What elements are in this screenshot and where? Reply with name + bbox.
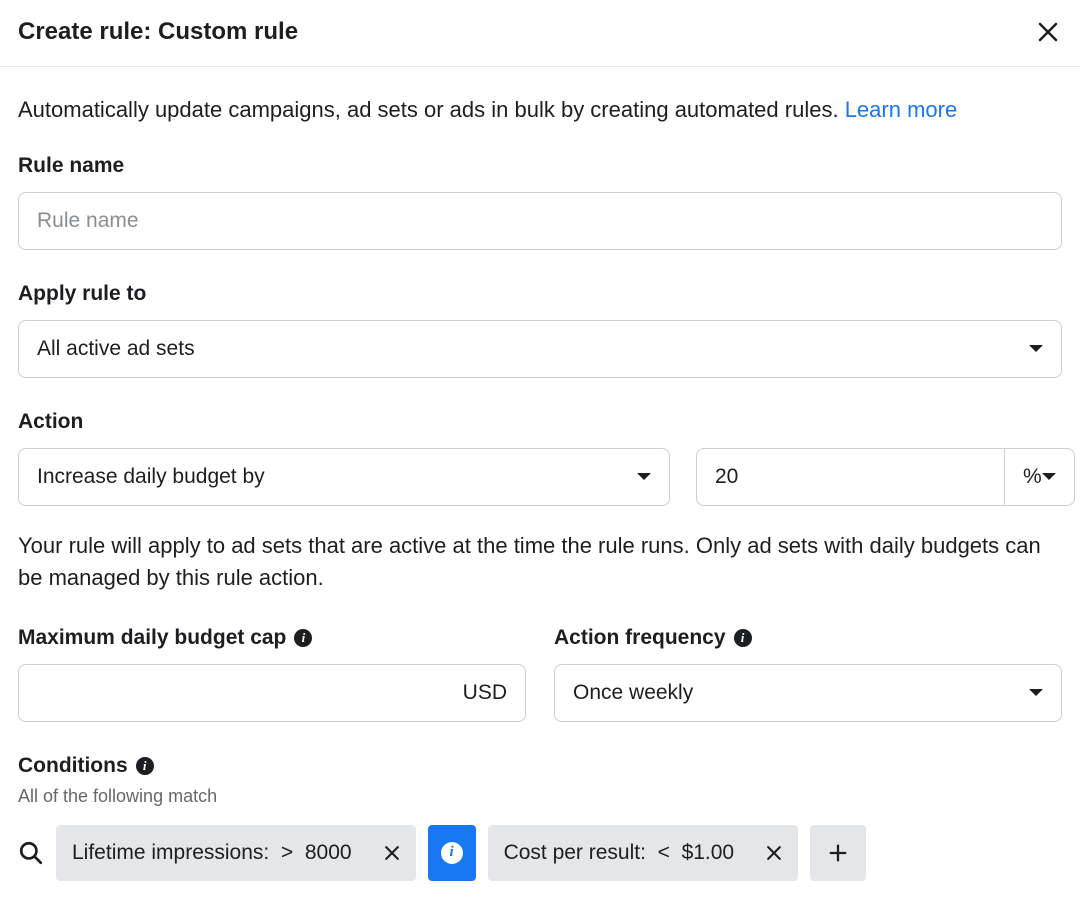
action-row: Increase daily budget by %: [18, 448, 1062, 506]
conditions-subtext: All of the following match: [18, 786, 1062, 807]
action-label: Action: [18, 410, 1062, 434]
apply-to-value: All active ad sets: [37, 337, 195, 361]
currency-suffix: USD: [463, 681, 507, 705]
caret-down-icon: [1029, 689, 1043, 696]
frequency-block: Action frequency i Once weekly: [554, 626, 1062, 722]
rule-name-input[interactable]: [18, 192, 1062, 250]
budget-cap-block: Maximum daily budget cap i USD: [18, 626, 526, 722]
condition-chip[interactable]: Cost per result: < $1.00: [488, 825, 799, 881]
conditions-row: Lifetime impressions: > 8000 i Cost per …: [18, 825, 1062, 881]
remove-condition-button[interactable]: [750, 825, 798, 881]
plus-icon: [827, 842, 849, 864]
caret-down-icon: [637, 473, 651, 480]
frequency-select[interactable]: Once weekly: [554, 664, 1062, 722]
rule-name-block: Rule name: [18, 154, 1062, 250]
info-icon[interactable]: i: [734, 629, 752, 647]
caret-down-icon: [1029, 345, 1043, 352]
action-description: Your rule will apply to ad sets that are…: [18, 530, 1062, 594]
intro-text: Automatically update campaigns, ad sets …: [18, 95, 1062, 126]
info-icon[interactable]: i: [294, 629, 312, 647]
conditions-block: Conditions i All of the following match …: [18, 754, 1062, 881]
action-block: Action Increase daily budget by % Your r…: [18, 410, 1062, 594]
budget-cap-input[interactable]: [37, 681, 455, 705]
modal-title: Create rule: Custom rule: [18, 18, 298, 46]
action-select[interactable]: Increase daily budget by: [18, 448, 670, 506]
condition-chip[interactable]: Lifetime impressions: > 8000: [56, 825, 416, 881]
apply-to-select[interactable]: All active ad sets: [18, 320, 1062, 378]
frequency-label-text: Action frequency: [554, 626, 726, 650]
budget-cap-label: Maximum daily budget cap i: [18, 626, 526, 650]
close-button[interactable]: [1034, 18, 1062, 46]
conditions-label: Conditions i: [18, 754, 1062, 778]
rule-name-label: Rule name: [18, 154, 1062, 178]
action-select-value: Increase daily budget by: [37, 465, 265, 489]
condition-text: Lifetime impressions: > 8000: [56, 841, 368, 865]
condition-info-button[interactable]: i: [428, 825, 476, 881]
info-icon[interactable]: i: [136, 757, 154, 775]
action-unit-value: %: [1023, 465, 1042, 489]
action-unit-select[interactable]: %: [1004, 448, 1075, 506]
add-condition-button[interactable]: [810, 825, 866, 881]
search-icon[interactable]: [18, 840, 44, 866]
close-icon: [1036, 20, 1060, 44]
modal-content: Automatically update campaigns, ad sets …: [0, 67, 1080, 899]
frequency-label: Action frequency i: [554, 626, 1062, 650]
apply-to-block: Apply rule to All active ad sets: [18, 282, 1062, 378]
budget-cap-wrap: USD: [18, 664, 526, 722]
budget-cap-label-text: Maximum daily budget cap: [18, 626, 286, 650]
frequency-value: Once weekly: [573, 681, 693, 705]
modal-header: Create rule: Custom rule: [0, 0, 1080, 67]
two-column-row: Maximum daily budget cap i USD Action fr…: [18, 626, 1062, 722]
action-value-group: %: [696, 448, 1062, 506]
remove-condition-button[interactable]: [368, 825, 416, 881]
action-value-input[interactable]: [696, 448, 1004, 506]
info-icon: i: [441, 842, 463, 864]
caret-down-icon: [1042, 473, 1056, 480]
close-icon: [382, 843, 402, 863]
intro-description: Automatically update campaigns, ad sets …: [18, 97, 845, 122]
close-icon: [764, 843, 784, 863]
condition-text: Cost per result: < $1.00: [488, 841, 751, 865]
conditions-label-text: Conditions: [18, 754, 128, 778]
learn-more-link[interactable]: Learn more: [845, 97, 958, 122]
apply-to-label: Apply rule to: [18, 282, 1062, 306]
